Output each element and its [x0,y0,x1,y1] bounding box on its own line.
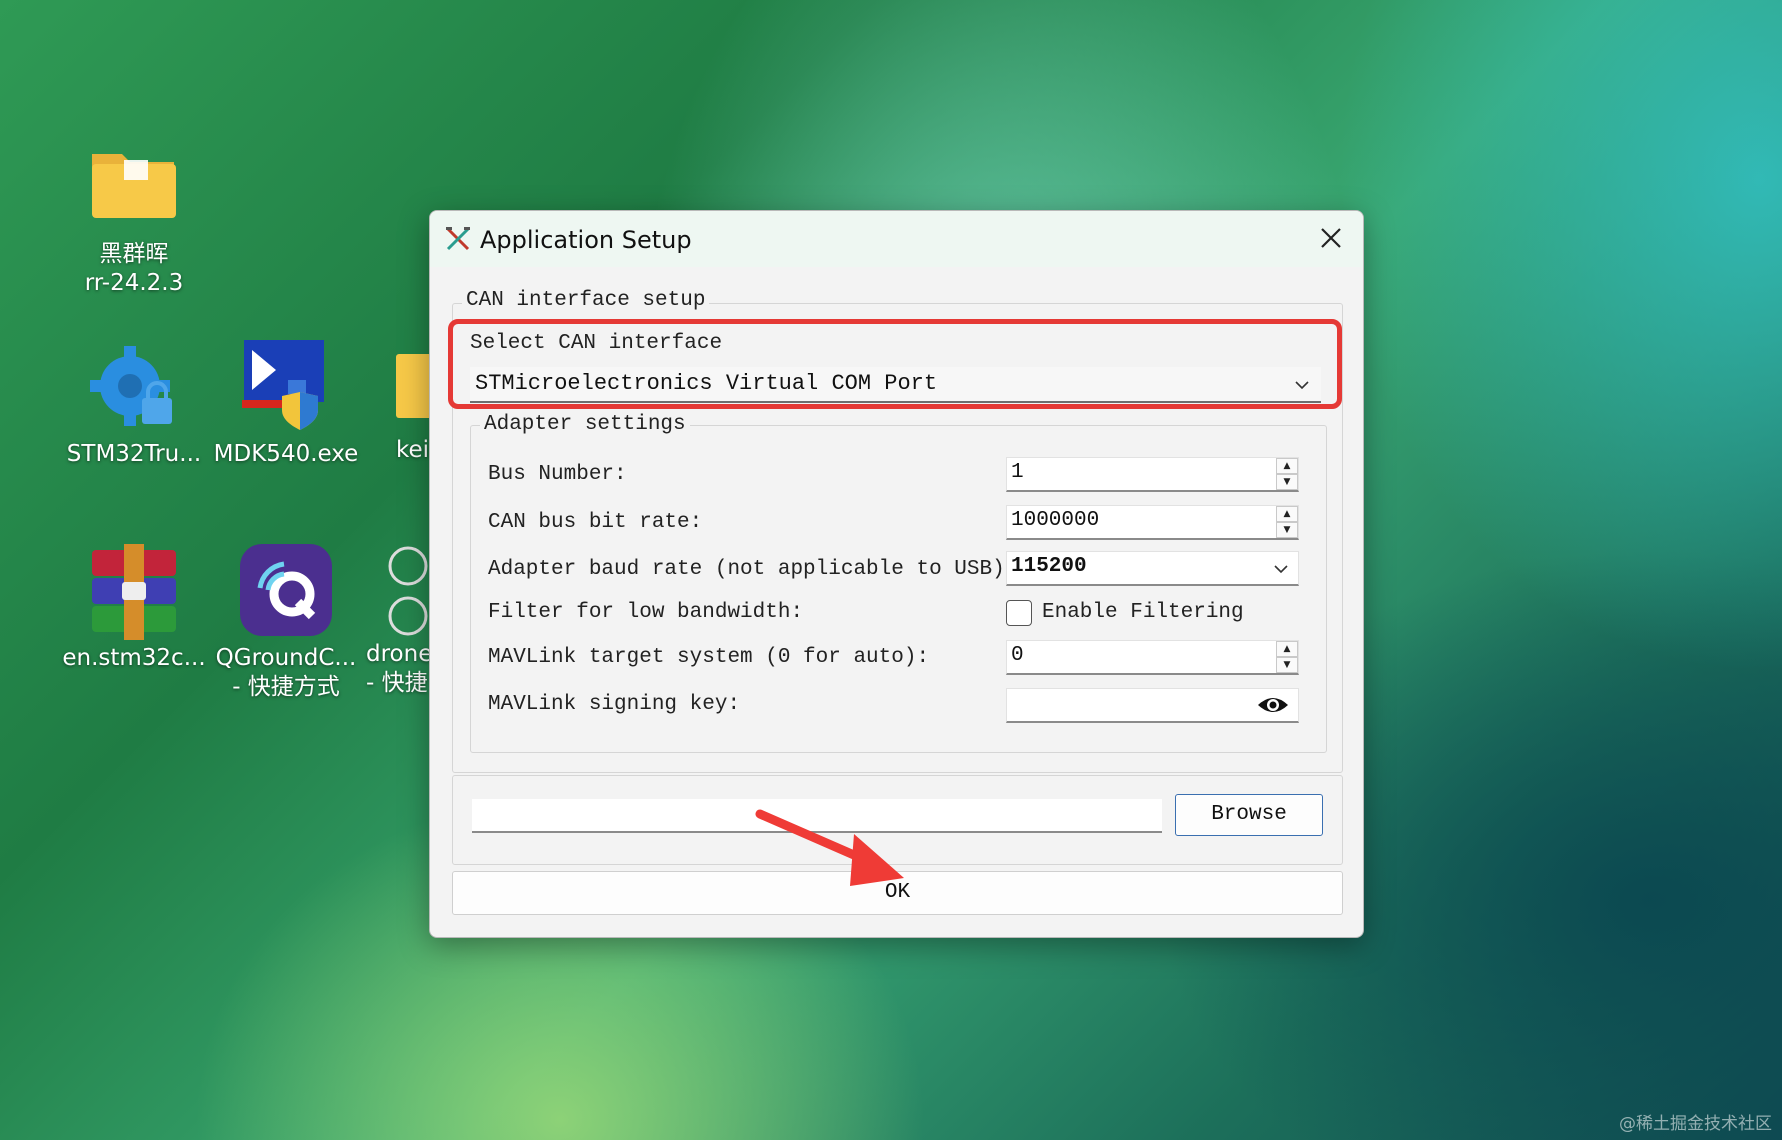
folder-icon [86,140,182,236]
can-interface-select[interactable]: STMicroelectronics Virtual COM Port [470,367,1321,403]
baud-rate-select[interactable]: 115200 [1006,551,1299,586]
spin-down-icon[interactable]: ▼ [1276,657,1298,673]
bitrate-value: 1000000 [1011,509,1100,532]
desktop-icon-stm32trust[interactable]: STM32Tru... [59,340,209,469]
enable-filtering-checkbox[interactable] [1006,600,1032,626]
signing-key-label: MAVLink signing key: [488,693,741,716]
spin-up-icon[interactable]: ▲ [1276,641,1298,657]
dialog-title: Application Setup [480,226,692,254]
signing-key-input[interactable] [1006,688,1299,723]
desktop-icon-label: kei [396,437,430,463]
baud-rate-label: Adapter baud rate (not applicable to USB… [488,558,1018,581]
mavlink-target-spinbox[interactable]: 0 ▲ ▼ [1006,640,1299,675]
close-icon [1321,228,1341,248]
desktop-icon-label: 黑群晖 [99,241,169,267]
desktop-icon-mdk540[interactable]: MDK540.exe [211,340,361,469]
title-bar[interactable]: Application Setup [430,211,1363,267]
desktop-icon-stm32cube[interactable]: en.stm32c... [59,544,209,673]
can-interface-value: STMicroelectronics Virtual COM Port [475,371,938,396]
desktop-icon-label: drone [366,641,433,667]
desktop-icon-label: en.stm32c... [62,645,206,671]
desktop-icon-heiqunhui[interactable]: 黑群晖 rr-24.2.3 [59,140,209,298]
spin-up-icon[interactable]: ▲ [1276,458,1298,474]
qgroundcontrol-icon [238,544,334,640]
mavlink-target-label: MAVLink target system (0 for auto): [488,646,930,669]
watermark-text: @稀土掘金技术社区 [1619,1114,1772,1134]
select-can-interface-label: Select CAN interface [470,332,723,355]
browse-button[interactable]: Browse [1175,794,1323,836]
gear-lock-icon [86,340,182,436]
bus-number-value: 1 [1011,461,1024,484]
desktop-icon-label: QGroundC... [215,645,357,671]
installer-icon [238,340,334,436]
adapter-settings-title: Adapter settings [480,413,690,436]
bus-number-label: Bus Number: [488,463,627,486]
baud-rate-value: 115200 [1011,555,1087,578]
arrow-annotation [755,809,904,886]
desktop-icon-label-2: rr-24.2.3 [84,270,184,296]
can-interface-group-title: CAN interface setup [462,289,710,312]
spin-down-icon[interactable]: ▼ [1276,474,1298,490]
bus-number-spin-buttons[interactable]: ▲ ▼ [1274,458,1298,490]
desktop-icon-keil[interactable]: kei [352,340,432,465]
bitrate-spin-buttons[interactable]: ▲ ▼ [1274,506,1298,538]
desktop-icon-label-2: - 快捷方式 [232,674,340,700]
app-logo-icon [444,225,472,253]
mavlink-target-value: 0 [1011,644,1024,667]
chevron-down-icon [1295,381,1309,390]
enable-filtering-label[interactable]: Enable Filtering [1042,601,1244,624]
desktop-icon-label: MDK540.exe [213,441,359,467]
bitrate-spinbox[interactable]: 1000000 ▲ ▼ [1006,505,1299,540]
shortcut-icon [366,544,436,640]
desktop-icon-qgroundcontrol[interactable]: QGroundC... - 快捷方式 [211,544,361,702]
desktop-icon-drone[interactable]: drone - 快捷 [366,544,436,698]
bus-number-spinbox[interactable]: 1 ▲ ▼ [1006,457,1299,492]
folder-icon [352,340,432,436]
eye-icon[interactable] [1256,693,1290,717]
desktop-icon-label: STM32Tru... [66,441,202,467]
filter-label: Filter for low bandwidth: [488,601,804,624]
bitrate-label: CAN bus bit rate: [488,511,703,534]
close-button[interactable] [1311,221,1351,257]
desktop-icon-label-2: - 快捷 [366,670,428,696]
chevron-down-icon [1274,565,1288,574]
spin-up-icon[interactable]: ▲ [1276,506,1298,522]
winrar-archive-icon [86,544,182,640]
mavlink-target-spin-buttons[interactable]: ▲ ▼ [1274,641,1298,673]
spin-down-icon[interactable]: ▼ [1276,522,1298,538]
